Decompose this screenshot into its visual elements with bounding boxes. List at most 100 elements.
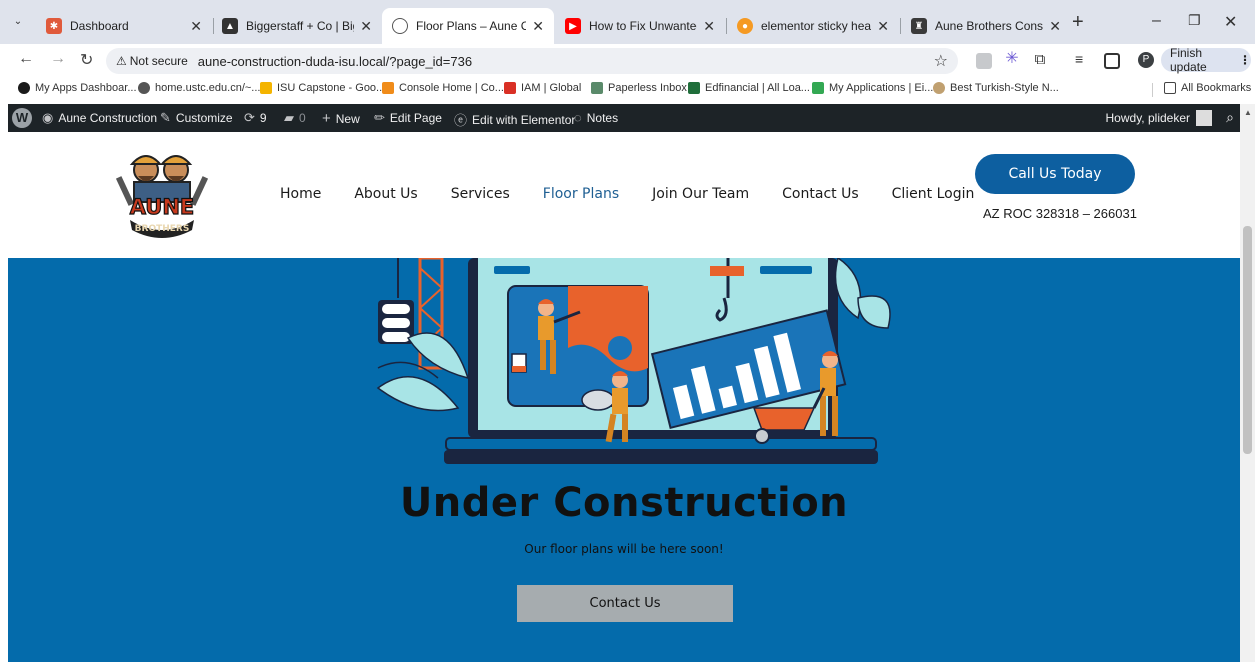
close-tab-icon[interactable]: ✕ <box>532 18 544 35</box>
side-panel-icon[interactable] <box>1104 53 1120 69</box>
scrollbar-thumb[interactable] <box>1243 226 1252 454</box>
close-tab-icon[interactable]: ✕ <box>360 18 372 35</box>
bookmark-item[interactable]: Edfinancial | All Loa... <box>688 82 810 94</box>
bookmark-item[interactable]: IAM | Global <box>504 82 581 94</box>
paperless-icon <box>591 82 603 94</box>
extensions-puzzle-icon[interactable]: ⧉ <box>1032 51 1048 68</box>
pencil-icon: ✏ <box>374 110 385 125</box>
plus-icon: + <box>322 110 331 127</box>
elementor-icon: ⓔ <box>454 113 468 128</box>
google-drive-icon <box>260 82 272 94</box>
close-tab-icon[interactable]: ✕ <box>703 18 715 35</box>
new-tab-icon[interactable]: + <box>1072 12 1084 32</box>
nav-services[interactable]: Services <box>451 186 510 202</box>
all-bookmarks-folder[interactable]: All Bookmarks <box>1164 82 1251 94</box>
bookmark-item[interactable]: My Apps Dashboar... <box>18 82 137 94</box>
nav-floor-plans[interactable]: Floor Plans <box>543 186 619 202</box>
wp-notes[interactable]: ◌ Notes <box>574 110 618 125</box>
globe-icon <box>138 82 150 94</box>
dashboard-favicon-icon: ✱ <box>46 18 62 34</box>
recipe-icon <box>933 82 945 94</box>
avatar <box>1196 110 1212 126</box>
notes-bubble-icon: ◌ <box>574 110 582 125</box>
browser-tab-aune-brothers[interactable]: ♜ Aune Brothers Constructio ✕ <box>901 8 1071 44</box>
bookmark-star-icon[interactable]: ☆ <box>934 51 948 71</box>
wp-customize[interactable]: ✎ Customize <box>160 110 233 126</box>
folder-icon <box>1164 82 1176 94</box>
forward-arrow-icon[interactable]: → <box>50 50 66 68</box>
nav-home[interactable]: Home <box>280 186 321 202</box>
nav-contact-us[interactable]: Contact Us <box>782 186 858 202</box>
wp-edit-page[interactable]: ✏ Edit Page <box>374 110 442 126</box>
biggerstaff-favicon-icon: ▲ <box>222 18 238 34</box>
extension-sparkle-icon[interactable]: ✳ <box>1004 51 1020 67</box>
profile-avatar[interactable]: P <box>1138 52 1154 68</box>
tab-title: Aune Brothers Constructio <box>935 19 1044 33</box>
finish-update-button[interactable]: Finish update ⋮ <box>1161 46 1251 74</box>
contact-us-button[interactable]: Contact Us <box>517 585 733 622</box>
tab-title: Dashboard <box>70 19 129 33</box>
bookmark-item[interactable]: My Applications | Ei... <box>812 82 933 94</box>
browser-tab-dashboard[interactable]: ✱ Dashboard ✕ <box>36 8 212 44</box>
call-us-today-button[interactable]: Call Us Today <box>975 154 1135 194</box>
youtube-favicon-icon: ▶ <box>565 18 581 34</box>
applications-icon <box>812 82 824 94</box>
nav-join-our-team[interactable]: Join Our Team <box>652 186 749 202</box>
wp-howdy-account[interactable]: Howdy, plideker <box>1106 110 1212 126</box>
bookmark-item[interactable]: Best Turkish-Style N... <box>933 82 1059 94</box>
close-tab-icon[interactable]: ✕ <box>877 18 889 35</box>
security-indicator[interactable]: ⚠ Not secure <box>116 54 188 68</box>
reload-icon[interactable]: ↻ <box>80 50 93 70</box>
iam-icon <box>504 82 516 94</box>
main-navigation: Home About Us Services Floor Plans Join … <box>280 186 1007 202</box>
bookmark-item[interactable]: home.ustc.edu.cn/~... <box>138 82 260 94</box>
duckduckgo-favicon-icon: ● <box>737 18 753 34</box>
browser-tab-biggerstaff[interactable]: ▲ Biggerstaff + Co | Big Sky ✕ <box>212 8 382 44</box>
bookmark-item[interactable]: Paperless Inbox <box>591 82 687 94</box>
close-tab-icon[interactable]: ✕ <box>190 18 202 35</box>
bookmark-item[interactable]: Console Home | Co... <box>382 82 504 94</box>
paintbrush-icon: ✎ <box>160 110 171 125</box>
browser-tab-bar: ⌄ ✱ Dashboard ✕ ▲ Biggerstaff + Co | Big… <box>0 0 1255 44</box>
page-subtitle: Our floor plans will be here soon! <box>524 542 724 556</box>
wp-comments[interactable]: ▰ 0 <box>284 110 306 126</box>
aune-favicon-icon: ♜ <box>911 18 927 34</box>
warning-triangle-icon: ⚠ <box>116 54 127 68</box>
site-header: AUNE BROTHERS Home About Us Services Flo… <box>8 132 1240 258</box>
extension-icon[interactable] <box>976 53 992 69</box>
tab-title: elementor sticky header or <box>761 19 872 33</box>
restore-icon[interactable]: ❐ <box>1188 12 1201 29</box>
browser-tab-floor-plans[interactable]: Floor Plans – Aune Constru ✕ <box>382 8 554 44</box>
scroll-up-arrow-icon[interactable]: ▲ <box>1244 108 1252 117</box>
page-title: Under Construction <box>399 480 849 526</box>
nav-client-login[interactable]: Client Login <box>892 186 975 202</box>
close-window-icon[interactable]: ✕ <box>1224 12 1237 32</box>
logo-text-aune: AUNE <box>130 195 195 219</box>
address-bar[interactable]: ⚠ Not secure aune-construction-duda-isu.… <box>106 48 958 74</box>
search-icon[interactable]: ⌕ <box>1226 109 1234 126</box>
edfinancial-icon <box>688 82 700 94</box>
kebab-menu-icon: ⋮ <box>1239 53 1251 67</box>
close-tab-icon[interactable]: ✕ <box>1049 18 1061 35</box>
minimize-icon[interactable]: – <box>1152 12 1161 30</box>
tab-title: Biggerstaff + Co | Big Sky <box>246 19 354 33</box>
globe-favicon-icon <box>392 18 408 34</box>
wordpress-logo-icon[interactable]: W <box>12 108 32 128</box>
bookmark-item[interactable]: ISU Capstone - Goo... <box>260 82 385 94</box>
tab-search-chevron-icon[interactable]: ⌄ <box>8 12 28 32</box>
back-arrow-icon[interactable]: ← <box>18 50 34 68</box>
construction-illustration <box>376 258 891 464</box>
wp-updates[interactable]: ⟳ 9 <box>244 110 267 126</box>
tab-title: How to Fix Unwanted Hori <box>589 19 697 33</box>
bookmarks-bar: My Apps Dashboar... home.ustc.edu.cn/~..… <box>0 78 1255 100</box>
aune-brothers-logo[interactable]: AUNE BROTHERS <box>112 146 212 244</box>
reading-list-icon[interactable]: ≡ <box>1075 51 1091 67</box>
browser-tab-elementor[interactable]: ● elementor sticky header or ✕ <box>727 8 899 44</box>
wp-site-name[interactable]: ◉ Aune Construction <box>42 110 157 126</box>
wp-new[interactable]: + New <box>322 110 360 127</box>
nav-about-us[interactable]: About Us <box>354 186 417 202</box>
wp-edit-elementor[interactable]: ⓔ Edit with Elementor <box>454 110 575 129</box>
browser-tab-youtube[interactable]: ▶ How to Fix Unwanted Hori ✕ <box>555 8 725 44</box>
updates-icon: ⟳ <box>244 110 255 125</box>
tab-title: Floor Plans – Aune Constru <box>416 19 527 33</box>
